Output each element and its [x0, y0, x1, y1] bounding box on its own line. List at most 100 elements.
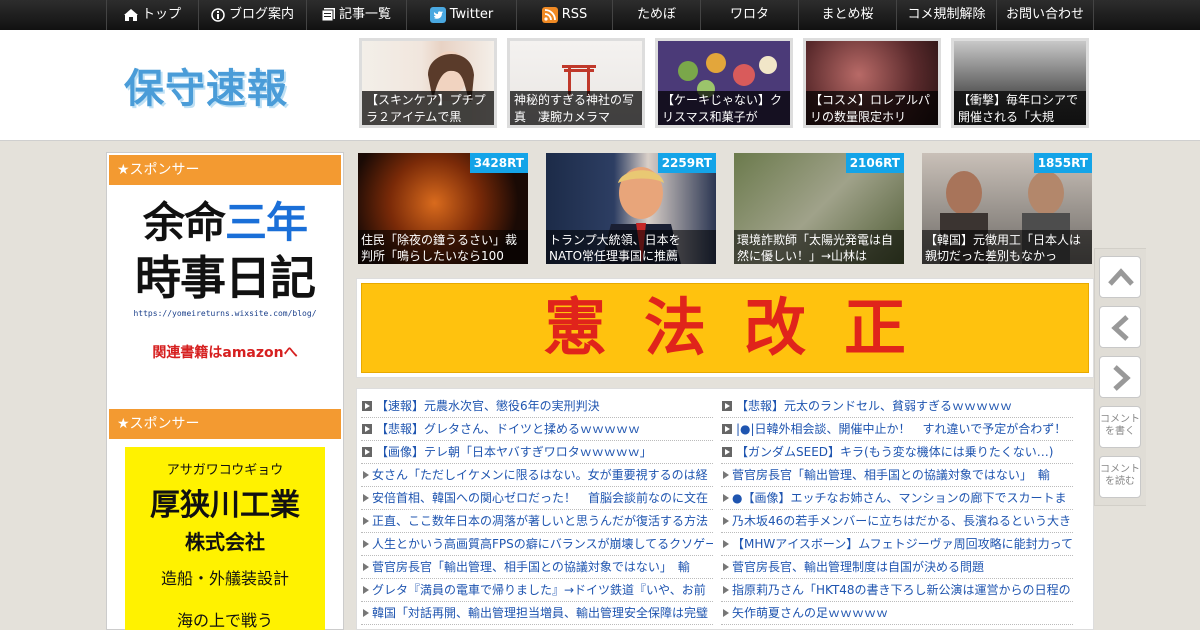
thumb-caption: 【コスメ】ロレアルパリの数量限定ホリ — [806, 91, 938, 125]
list-item[interactable]: ●【画像】エッチなお姉さん、マンションの廊下でスカートま — [721, 487, 1073, 510]
scroll-top-button[interactable] — [1099, 256, 1141, 298]
nav-top[interactable]: トップ — [106, 0, 198, 30]
article-title: 安倍首相、韓国への関心ゼロだった！ 首脳会談前なのに文在 — [372, 491, 709, 505]
sponsor-title: ★スポンサー — [109, 155, 341, 185]
nav-blog-guide[interactable]: ブログ案内 — [198, 0, 306, 30]
list-item[interactable]: 【速報】元農水次官、懲役6年の実刑判決 — [361, 395, 713, 418]
retweet-count-badge: 2259RT — [657, 153, 716, 173]
ad-line-2: 時事日記 — [135, 251, 316, 305]
write-comment-button[interactable]: コメントを書く — [1099, 406, 1141, 448]
play-box-icon — [362, 423, 372, 434]
article-title: 矢作萌夏さんの足ｗｗｗｗｗ — [732, 606, 889, 620]
article-title: 【MHWアイスボーン】ムフェトジーヴァ周回攻略に能封力って — [732, 537, 1073, 551]
retweet-count-badge: 3428RT — [469, 153, 528, 173]
header-thumb-2[interactable]: 神秘的すぎる神社の写真 凄腕カメラマ — [507, 38, 645, 128]
list-item[interactable]: |●|日韓外相会談、開催中止か！ すれ違いで予定が合わず！ — [721, 418, 1073, 441]
article-list: 【速報】元農水次官、懲役6年の実刑判決【悲報】グレタさん、ドイツと揉めるｗｗｗｗ… — [356, 388, 1094, 630]
site-logo-text: 保守速報 — [124, 66, 288, 112]
triangle-bullet-icon — [723, 470, 729, 479]
sponsor-ad-yomei[interactable]: 余命三年 時事日記 https://yomeireturns.wixsite.c… — [127, 197, 323, 387]
nav-warota[interactable]: ワロタ — [700, 0, 798, 30]
list-item[interactable]: 韓国「対話再開、輸出管理担当増員、輸出管理安全保障は完璧 — [361, 602, 713, 625]
triangle-bullet-icon — [723, 539, 729, 548]
trending-thumb-4[interactable]: 1855RT 【韓国】元徴用工「日本人は親切だった差別もなかっ — [922, 153, 1092, 264]
article-title: |●|日韓外相会談、開催中止か！ すれ違いで予定が合わず！ — [736, 422, 1067, 436]
list-item[interactable]: 菅官房長官「輸出管理、相手国との協議対象ではない」 輸 — [721, 464, 1073, 487]
article-title: 乃木坂46の若手メンバーに立ちはだかる、長濱ねるという大き — [732, 514, 1072, 528]
info-icon — [211, 7, 225, 22]
list-item[interactable]: 安倍首相、韓国への関心ゼロだった！ 首脳会談前なのに文在 — [361, 487, 713, 510]
article-title: 菅官房長官「輸出管理、相手国との協議対象ではない」 輸 — [732, 468, 1050, 482]
site-logo[interactable]: 保守速報 — [124, 56, 288, 114]
thumb-caption: 【スキンケア】プチプラ２アイテムで黒 — [362, 91, 494, 125]
list-item[interactable]: 【ガンダムSEED】キラ(もう変な機体には乗りたくない…) — [721, 441, 1073, 464]
trending-thumb-2[interactable]: 2259RT トランプ大統領、日本をNATO常任理事国に推薦 — [546, 153, 716, 264]
read-comment-label: コメントを読む — [1100, 464, 1140, 487]
thumb-caption: 【ケーキじゃない】クリスマス和菓子が — [658, 91, 790, 125]
triangle-bullet-icon — [363, 470, 369, 479]
sponsor-title: ★スポンサー — [109, 409, 341, 439]
ad-url: https://yomeireturns.wixsite.com/blog/ — [133, 309, 317, 318]
triangle-bullet-icon — [723, 585, 729, 594]
next-page-button[interactable] — [1099, 356, 1141, 398]
list-item[interactable]: 【画像】テレ朝「日本ヤバすぎワロタｗｗｗｗｗ」 — [361, 441, 713, 464]
nav-twitter[interactable]: Twitter — [406, 0, 516, 30]
list-item[interactable]: 正直、ここ数年日本の凋落が著しいと思うんだが復活する方法 — [361, 510, 713, 533]
article-title: 【画像】テレ朝「日本ヤバすぎワロタｗｗｗｗｗ」 — [376, 445, 652, 459]
list-item[interactable]: 菅官房長官「輸出管理、相手国との協議対象ではない」 輸 — [361, 556, 713, 579]
article-title: グレタ『満員の電車で帰りました』→ドイツ鉄道『いや、お前 — [372, 583, 706, 597]
list-item[interactable]: 【MHWアイスボーン】ムフェトジーヴァ周回攻略に能封力って — [721, 533, 1073, 556]
nav-contact[interactable]: お問い合わせ — [996, 0, 1094, 30]
play-box-icon — [362, 446, 372, 457]
prev-page-button[interactable] — [1099, 306, 1141, 348]
constitution-banner[interactable]: 憲法改正 — [356, 278, 1094, 378]
thumb-caption: 住民「除夜の鐘うるさい」裁判所「鳴らしたいなら100 — [358, 230, 528, 264]
header-thumb-3[interactable]: 【ケーキじゃない】クリスマス和菓子が — [655, 38, 793, 128]
write-comment-label: コメントを書く — [1100, 414, 1140, 437]
top-navigation: トップ ブログ案内 記事一覧 Twitter RSS ためぼ ワロタ まとめ桜 … — [0, 0, 1200, 30]
home-icon — [123, 8, 138, 21]
list-item[interactable]: 【悲報】元太のランドセル、貧弱すぎるｗｗｗｗｗ — [721, 395, 1073, 418]
ad-kana: アサガワコウギョウ — [166, 463, 284, 478]
ad-line-1: 余命三年 — [142, 198, 308, 247]
ad-amazon-link[interactable]: 関連書籍はamazonへ — [127, 342, 323, 362]
banner-text: 憲法改正 — [361, 283, 1089, 373]
header-thumb-1[interactable]: 【スキンケア】プチプラ２アイテムで黒 — [359, 38, 497, 128]
list-item[interactable]: 女さん「ただしイケメンに限るはない。女が重要視するのは経 — [361, 464, 713, 487]
nav-article-list[interactable]: 記事一覧 — [306, 0, 406, 30]
list-item[interactable]: グレタ『満員の電車で帰りました』→ドイツ鉄道『いや、お前 — [361, 579, 713, 602]
nav-tamebo[interactable]: ためぼ — [612, 0, 700, 30]
site-header: 保守速報 【スキンケア】プチプラ２アイテムで黒 神秘的すぎる神社の写真 凄腕カメ… — [0, 30, 1200, 141]
header-thumb-4[interactable]: 【コスメ】ロレアルパリの数量限定ホリ — [803, 38, 941, 128]
thumb-caption: トランプ大統領、日本をNATO常任理事国に推薦 — [546, 230, 716, 264]
triangle-bullet-icon — [363, 585, 369, 594]
article-title: 【悲報】グレタさん、ドイツと揉めるｗｗｗｗｗ — [376, 422, 641, 436]
list-item[interactable]: 【悲報】グレタさん、ドイツと揉めるｗｗｗｗｗ — [361, 418, 713, 441]
triangle-bullet-icon — [363, 608, 369, 617]
list-item[interactable]: 指原莉乃さん「HKT48の書き下ろし新公演は運営からの日程の — [721, 579, 1073, 602]
sponsor-ad-asagawa[interactable]: アサガワコウギョウ 厚狭川工業 株式会社 造船・外艤装設計 海の上で戦う — [125, 447, 325, 630]
ad-business: 造船・外艤装設計 — [160, 569, 289, 588]
list-item[interactable]: 人生とかいう高画質高FPSの癖にバランスが崩壊してるクソゲー — [361, 533, 713, 556]
article-title: 人生とかいう高画質高FPSの癖にバランスが崩壊してるクソゲー — [372, 537, 713, 551]
triangle-bullet-icon — [723, 493, 729, 502]
article-title: 菅官房長官、輸出管理制度は自国が決める問題 — [732, 560, 985, 574]
triangle-bullet-icon — [363, 539, 369, 548]
triangle-bullet-icon — [723, 562, 729, 571]
article-title: 【悲報】元太のランドセル、貧弱すぎるｗｗｗｗｗ — [736, 399, 1013, 413]
list-item[interactable]: 乃木坂46の若手メンバーに立ちはだかる、長濱ねるという大き — [721, 510, 1073, 533]
play-box-icon — [362, 400, 372, 411]
header-thumb-5[interactable]: 【衝撃】毎年ロシアで開催される「大規 — [951, 38, 1089, 128]
nav-comment-unblock[interactable]: コメ規制解除 — [896, 0, 996, 30]
triangle-bullet-icon — [363, 516, 369, 525]
nav-matome-sakura[interactable]: まとめ桜 — [798, 0, 896, 30]
nav-rss[interactable]: RSS — [516, 0, 612, 30]
play-box-icon — [722, 423, 732, 434]
list-item[interactable]: 矢作萌夏さんの足ｗｗｗｗｗ — [721, 602, 1073, 625]
play-box-icon — [722, 400, 732, 411]
retweet-count-badge: 1855RT — [1033, 153, 1092, 173]
read-comment-button[interactable]: コメントを読む — [1099, 456, 1141, 498]
list-item[interactable]: 菅官房長官、輸出管理制度は自国が決める問題 — [721, 556, 1073, 579]
trending-thumb-3[interactable]: 2106RT 環境詐欺師「太陽光発電は自然に優しい！」→山林は — [734, 153, 904, 264]
trending-thumb-1[interactable]: 3428RT 住民「除夜の鐘うるさい」裁判所「鳴らしたいなら100 — [358, 153, 528, 264]
